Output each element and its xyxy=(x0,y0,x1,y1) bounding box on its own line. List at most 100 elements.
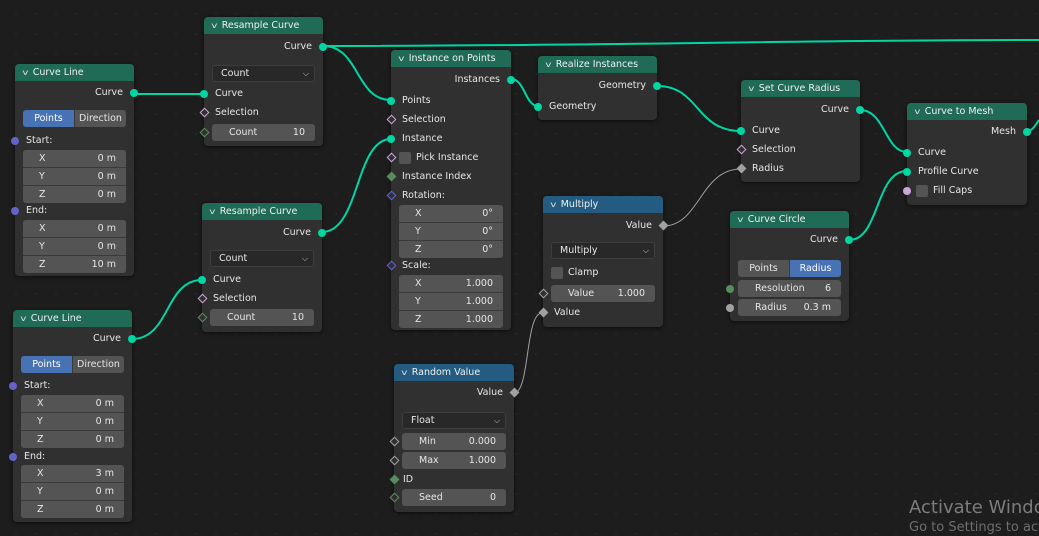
curve-output-socket[interactable] xyxy=(130,88,138,97)
start-y-field[interactable]: Y 0 m xyxy=(23,168,126,185)
curve-output-socket[interactable] xyxy=(319,42,327,51)
end-y-field[interactable]: Y 0 m xyxy=(21,483,124,500)
mode-dropdown[interactable]: Count ⌵ xyxy=(212,65,315,82)
value-field[interactable]: Value 1.000 xyxy=(551,285,655,302)
node-header[interactable]: v Resample Curve xyxy=(202,203,322,220)
profile-curve-input-socket[interactable] xyxy=(903,167,911,176)
collapse-chevron-icon[interactable]: v xyxy=(914,107,920,116)
start-input-socket[interactable] xyxy=(9,381,17,390)
mesh-output-socket[interactable] xyxy=(1023,127,1031,136)
instances-output-socket[interactable] xyxy=(507,75,515,84)
points-input-socket[interactable] xyxy=(387,96,395,105)
collapse-chevron-icon[interactable]: v xyxy=(398,54,404,63)
node-curve-to-mesh[interactable]: v Curve to Mesh Mesh Curve Profile Curve … xyxy=(903,103,1031,205)
max-input-socket[interactable] xyxy=(389,455,399,466)
seed-input-socket[interactable] xyxy=(389,492,399,503)
start-input-socket[interactable] xyxy=(11,136,19,145)
instance-index-input-socket[interactable] xyxy=(386,171,396,182)
selection-input-socket[interactable] xyxy=(386,114,396,125)
start-x-field[interactable]: X 0 m xyxy=(23,150,126,167)
collapse-chevron-icon[interactable]: v xyxy=(401,368,407,377)
collapse-chevron-icon[interactable]: v xyxy=(737,215,743,224)
count-input-socket[interactable] xyxy=(197,312,207,323)
node-header[interactable]: v Curve to Mesh xyxy=(907,103,1027,120)
node-realize-instances[interactable]: v Realize Instances Geometry Geometry xyxy=(534,56,661,120)
min-field[interactable]: Min 0.000 xyxy=(402,433,506,450)
mode-points-button[interactable]: Points xyxy=(21,356,72,373)
selection-input-socket[interactable] xyxy=(199,107,209,118)
node-resample-curve-1[interactable]: v Resample Curve Curve Count ⌵ Curve Selec… xyxy=(199,17,327,146)
clamp-checkbox[interactable] xyxy=(551,266,563,279)
scale-x-field[interactable]: X 1.000 xyxy=(399,275,503,292)
scale-input-socket[interactable] xyxy=(386,260,396,271)
selection-input-socket[interactable] xyxy=(197,293,207,304)
data-type-dropdown[interactable]: Float ⌵ xyxy=(402,412,506,429)
value-input-socket-2[interactable] xyxy=(538,307,548,318)
node-header[interactable]: v Curve Line xyxy=(13,310,132,327)
radius-input-socket[interactable] xyxy=(726,303,734,312)
pick-instance-checkbox[interactable] xyxy=(399,151,411,164)
curve-output-socket[interactable] xyxy=(845,235,853,244)
collapse-chevron-icon[interactable]: v xyxy=(211,21,217,30)
end-z-field[interactable]: Z 0 m xyxy=(21,501,124,518)
collapse-chevron-icon[interactable]: v xyxy=(550,200,556,209)
resolution-field[interactable]: Resolution 6 xyxy=(738,280,841,297)
value-input-socket-1[interactable] xyxy=(538,288,548,299)
curve-output-socket[interactable] xyxy=(856,105,864,114)
count-field[interactable]: Count 10 xyxy=(210,309,314,326)
id-input-socket[interactable] xyxy=(389,474,399,485)
end-x-field[interactable]: X 0 m xyxy=(23,220,126,237)
node-multiply[interactable]: v Multiply Value Multiply ⌵ Clamp Value 1.0… xyxy=(538,196,668,327)
geometry-output-socket[interactable] xyxy=(653,81,661,90)
rotation-input-socket[interactable] xyxy=(386,190,396,201)
geometry-input-socket[interactable] xyxy=(534,102,542,111)
node-header[interactable]: v Set Curve Radius xyxy=(741,80,860,97)
collapse-chevron-icon[interactable]: v xyxy=(748,84,754,93)
collapse-chevron-icon[interactable]: v xyxy=(545,60,551,69)
radius-input-socket[interactable] xyxy=(736,163,746,174)
node-curve-circle[interactable]: v Curve Circle Curve Points Radius Resolu… xyxy=(726,211,853,321)
collapse-chevron-icon[interactable]: v xyxy=(209,207,215,216)
node-header[interactable]: v Random Value xyxy=(394,364,514,381)
end-input-socket[interactable] xyxy=(11,206,19,215)
value-output-socket[interactable] xyxy=(509,387,519,398)
end-x-field[interactable]: X 3 m xyxy=(21,465,124,482)
node-set-curve-radius[interactable]: v Set Curve Radius Curve Curve Selection … xyxy=(736,80,864,182)
mode-direction-button[interactable]: Direction xyxy=(72,356,124,373)
collapse-chevron-icon[interactable]: v xyxy=(22,68,28,77)
fill-caps-checkbox[interactable] xyxy=(916,184,928,197)
node-curve-line-1[interactable]: v Curve Line Curve Points Direction Start… xyxy=(11,64,138,276)
curve-output-socket[interactable] xyxy=(128,334,136,343)
seed-field[interactable]: Seed 0 xyxy=(402,489,506,506)
node-instance-on-points[interactable]: v Instance on Points Instances Points Sel… xyxy=(386,50,515,330)
end-y-field[interactable]: Y 0 m xyxy=(23,238,126,255)
mode-radius-button[interactable]: Radius xyxy=(789,260,841,277)
curve-output-socket[interactable] xyxy=(318,228,326,237)
min-input-socket[interactable] xyxy=(389,436,399,447)
operation-dropdown[interactable]: Multiply ⌵ xyxy=(551,242,655,259)
curve-input-socket[interactable] xyxy=(198,275,206,284)
count-field[interactable]: Count 10 xyxy=(212,124,315,141)
count-input-socket[interactable] xyxy=(199,127,209,138)
value-output-socket[interactable] xyxy=(658,220,668,231)
node-header[interactable]: v Instance on Points xyxy=(391,50,511,67)
mode-points-button[interactable]: Points xyxy=(738,260,789,277)
scale-y-field[interactable]: Y 1.000 xyxy=(399,293,503,310)
collapse-chevron-icon[interactable]: v xyxy=(20,314,26,323)
selection-input-socket[interactable] xyxy=(736,144,746,155)
mode-points-button[interactable]: Points xyxy=(23,110,74,127)
node-curve-line-2[interactable]: v Curve Line Curve Points Direction Start… xyxy=(9,310,136,522)
rotation-y-field[interactable]: Y 0° xyxy=(399,223,503,240)
start-z-field[interactable]: Z 0 m xyxy=(21,431,124,448)
node-header[interactable]: v Curve Circle xyxy=(730,211,849,228)
node-random-value[interactable]: v Random Value Value Float ⌵ Min 0.000 Max 1… xyxy=(389,364,519,512)
start-x-field[interactable]: X 0 m xyxy=(21,395,124,412)
node-header[interactable]: v Resample Curve xyxy=(204,17,323,34)
resolution-input-socket[interactable] xyxy=(726,284,734,293)
curve-input-socket[interactable] xyxy=(737,126,745,135)
node-header[interactable]: v Curve Line xyxy=(15,64,134,81)
rotation-x-field[interactable]: X 0° xyxy=(399,205,503,222)
fill-caps-input-socket[interactable] xyxy=(903,186,911,195)
curve-input-socket[interactable] xyxy=(200,89,208,98)
radius-field[interactable]: Radius 0.3 m xyxy=(738,299,841,316)
